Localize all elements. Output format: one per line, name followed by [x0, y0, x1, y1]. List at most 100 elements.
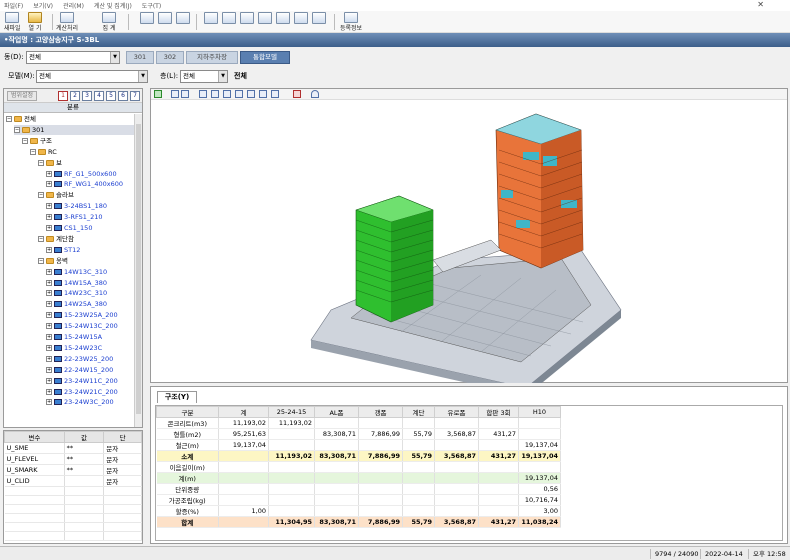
tree-item[interactable]: +22-23W25_200 [46, 354, 134, 364]
close-icon[interactable]: ✕ [757, 0, 764, 9]
cube-view-icon[interactable] [271, 90, 279, 98]
expand-icon[interactable]: + [46, 355, 52, 362]
table-row[interactable]: 단위중량 0,56 [156, 483, 561, 495]
column-header[interactable]: AL폼 [314, 406, 359, 418]
variable-row[interactable]: U_CLID 문자 [4, 475, 142, 487]
tree-folder[interactable]: − 보 [38, 158, 134, 168]
tree-item[interactable]: + CS1_150 [46, 223, 134, 233]
expand-icon[interactable]: + [46, 344, 52, 351]
cube-view-icon[interactable] [211, 90, 219, 98]
column-header[interactable]: 계 [218, 406, 269, 418]
tool-button-9[interactable] [294, 12, 308, 32]
column-header[interactable]: 갱폼 [358, 406, 403, 418]
view-tool-icon[interactable] [181, 90, 189, 98]
open-button[interactable]: 열 기 [28, 12, 42, 32]
tree-item[interactable]: +23-24W21C_200 [46, 387, 134, 397]
view-tool-icon[interactable] [171, 90, 179, 98]
tree-folder[interactable]: − 슬라브 [38, 190, 134, 200]
tree-item[interactable]: +14W23C_310 [46, 288, 134, 298]
cube-view-icon[interactable] [247, 90, 255, 98]
expand-icon[interactable]: + [46, 203, 52, 210]
tree-item[interactable]: +15-24W13C_200 [46, 321, 134, 331]
tool-button-2[interactable] [158, 12, 172, 32]
collapse-icon[interactable]: − [14, 126, 20, 133]
expand-icon[interactable]: + [46, 181, 52, 188]
table-row[interactable]: 계(m) 19,137,04 [156, 472, 561, 484]
cube-view-icon[interactable] [235, 90, 243, 98]
tree-item[interactable]: +3-RFS1_210 [46, 212, 134, 222]
menu-manage[interactable]: 관리(M) [63, 1, 84, 10]
tree-folder[interactable]: − 301 [14, 124, 134, 135]
range-setting-button[interactable]: 범위설정 [7, 91, 38, 101]
tree-item[interactable]: + RF_WG1_400x600 [46, 179, 134, 189]
list-view-icon[interactable] [293, 90, 301, 98]
expand-icon[interactable]: + [46, 377, 52, 384]
tree-item[interactable]: +15-24W23C [46, 343, 134, 353]
tree-item[interactable]: + RF_G1_500x600 [46, 169, 134, 179]
variable-row[interactable]: U_FLEVEL ** 문자 [4, 453, 142, 465]
tool-button-5[interactable] [222, 12, 236, 32]
table-row[interactable]: 형틀(m2) 95,251,63 83,308,71 7,886,99 55,79 3,5… [156, 428, 561, 440]
table-row[interactable]: 철근(m) 19,137,04 19,137,04 [156, 439, 561, 451]
properties-button[interactable]: 등록정보 [340, 12, 362, 32]
collapse-icon[interactable]: − [6, 116, 12, 122]
tree-item[interactable]: +15-23W25A_200 [46, 310, 134, 320]
table-row[interactable]: 이음길이(m) [156, 461, 561, 473]
expand-icon[interactable]: + [46, 312, 52, 319]
model-select[interactable]: 전체 ▼ [36, 70, 148, 83]
tree-folder[interactable]: − 계단참 [38, 234, 134, 244]
column-header[interactable]: 25-24-15 [268, 406, 315, 418]
tool-button-8[interactable] [276, 12, 290, 32]
variable-row[interactable]: U_SMARK ** 문자 [4, 464, 142, 476]
collapse-icon[interactable]: − [22, 137, 28, 144]
column-header[interactable]: 합판 3회 [478, 406, 519, 418]
model-3d-view[interactable] [150, 88, 788, 396]
tab-structure[interactable]: 구조(Y) [157, 391, 197, 403]
floor-select[interactable]: 전체 ▼ [180, 70, 228, 83]
tab-integrated-model[interactable]: 통합모델 [240, 51, 290, 64]
tree-folder[interactable]: − RC [30, 147, 134, 157]
tool-button-1[interactable] [140, 12, 154, 32]
new-file-button[interactable]: 새파일 [4, 12, 21, 32]
expand-icon[interactable]: + [46, 290, 52, 297]
expand-icon[interactable]: + [46, 246, 52, 253]
level-button-1[interactable]: 1 [58, 91, 68, 101]
collapse-icon[interactable]: − [38, 192, 44, 199]
column-header[interactable]: 계단 [402, 406, 435, 418]
tool-button-10[interactable] [312, 12, 326, 32]
collapse-icon[interactable]: − [38, 235, 44, 242]
calculate-button[interactable]: 계산처리 [56, 12, 78, 32]
table-row[interactable]: 할증(%) 1,00 3,00 [156, 505, 561, 517]
level-button-4[interactable]: 4 [94, 91, 104, 101]
collapse-icon[interactable]: − [38, 257, 44, 264]
expand-icon[interactable]: + [46, 214, 52, 221]
building-select[interactable]: 전체 ▼ [26, 51, 120, 64]
menu-file[interactable]: 파일(F) [4, 1, 23, 10]
column-header[interactable]: H10 [518, 406, 561, 418]
expand-icon[interactable]: + [46, 388, 52, 395]
column-header[interactable]: 유로폼 [434, 406, 479, 418]
table-row[interactable]: 소계 11,193,02 83,308,71 7,886,99 55,79 3,568,8… [156, 450, 561, 462]
cube-view-icon[interactable] [223, 90, 231, 98]
expand-icon[interactable]: + [46, 170, 52, 177]
tool-button-6[interactable] [240, 12, 254, 32]
level-button-3[interactable]: 3 [82, 91, 92, 101]
tree-item[interactable]: +23-24W3C_200 [46, 397, 134, 407]
tab-301[interactable]: 301 [126, 51, 154, 64]
tree-folder[interactable]: − 구조 [22, 136, 134, 146]
column-header[interactable]: 구분 [156, 406, 219, 418]
tree-item[interactable]: +3-24BS1_180 [46, 201, 134, 211]
expand-icon[interactable]: + [46, 225, 52, 231]
scrollbar-thumb[interactable] [136, 124, 141, 414]
collapse-icon[interactable]: − [30, 148, 36, 155]
tree-item[interactable]: +14W25A_380 [46, 299, 134, 309]
category-tree[interactable]: − 전체 −301− 구조 − RC − 보 + RF_G1_500x600 + RF_WG1_400… [4, 114, 134, 427]
tree-item[interactable]: +14W13C_310 [46, 267, 134, 277]
cloud-view-icon[interactable] [311, 90, 319, 98]
level-button-7[interactable]: 7 [130, 91, 140, 101]
table-row[interactable]: 합계 11,304,95 83,308,71 7,886,99 55,79 3,568,8… [156, 516, 561, 528]
level-button-5[interactable]: 5 [106, 91, 116, 101]
menu-view[interactable]: 보기(V) [33, 1, 53, 10]
tool-button-3[interactable] [176, 12, 190, 32]
tree-item[interactable]: +15-24W15A [46, 332, 134, 342]
